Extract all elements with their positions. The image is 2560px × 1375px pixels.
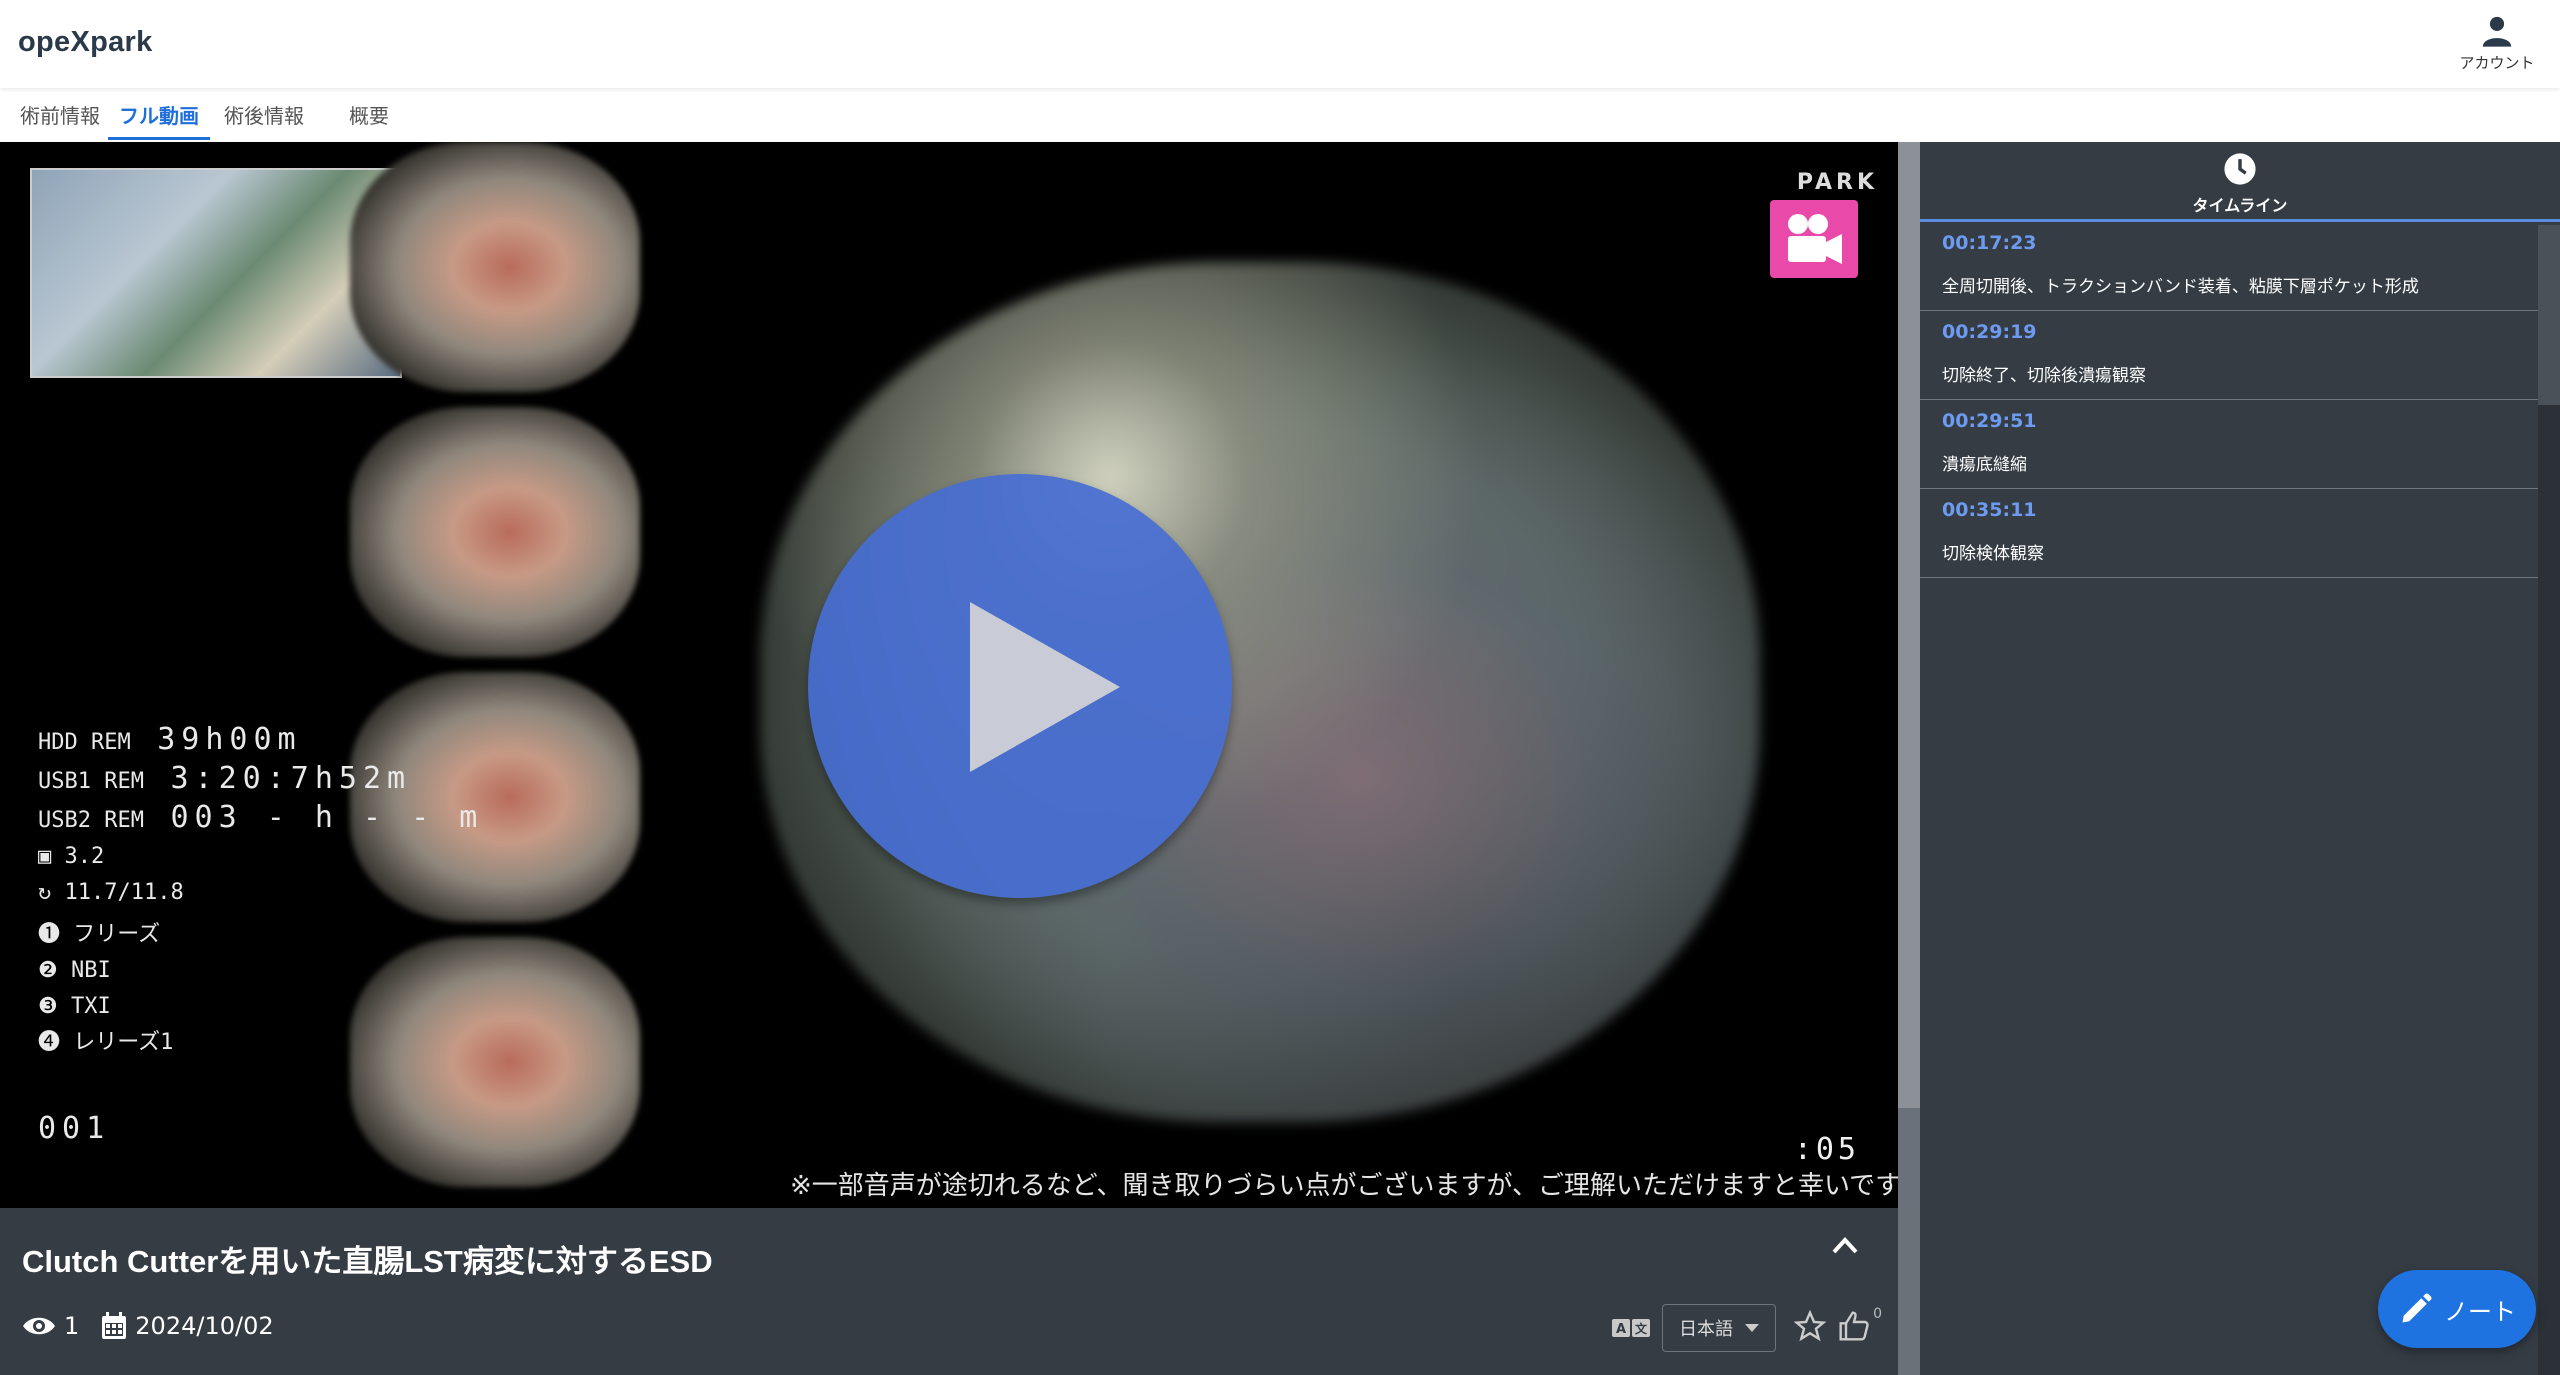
timeline-panel: タイムライン 00:17:23 全周切開後、トラクションバンド装着、粘膜下層ポケ… bbox=[1920, 142, 2560, 1375]
chevron-up-icon bbox=[1832, 1237, 1858, 1254]
page-scrollbar-thumb[interactable] bbox=[1898, 142, 1920, 1108]
video-player[interactable]: PARK HDD REM 39h00m USB1 REM 3:20:7h52m … bbox=[0, 142, 1898, 1208]
video-title: Clutch Cutterを用いた直腸LST病変に対するESD bbox=[22, 1244, 713, 1279]
timeline-item[interactable]: 00:35:11 切除検体観察 bbox=[1920, 489, 2538, 578]
timeline-scrollbar-thumb[interactable] bbox=[2538, 225, 2560, 405]
timeline-text: 切除検体観察 bbox=[1942, 544, 2044, 564]
svg-text:A: A bbox=[1616, 1322, 1626, 1337]
refresh-icon: ↻ bbox=[38, 880, 52, 905]
usb2-value: 003 - h - - m bbox=[170, 800, 484, 835]
timeline-text: 全周切開後、トラクションバンド装着、粘膜下層ポケット形成 bbox=[1942, 277, 2419, 297]
collapse-button[interactable] bbox=[1830, 1234, 1860, 1260]
hdd-label: HDD REM bbox=[38, 730, 131, 755]
play-button[interactable] bbox=[808, 474, 1232, 898]
timeline-time[interactable]: 00:29:19 bbox=[1942, 321, 2516, 343]
pencil-icon bbox=[2402, 1293, 2432, 1323]
timeline-time[interactable]: 00:35:11 bbox=[1942, 499, 2516, 521]
note-button-label: ノート bbox=[2444, 1297, 2516, 1326]
usb1-value: 3:20:7h52m bbox=[170, 761, 412, 796]
timeline-text: 切除終了、切除後潰瘍観察 bbox=[1942, 366, 2146, 386]
video-subtitle: ※一部音声が途切れるなど、聞き取りづらい点がございますが、ご理解いただけますと幸… bbox=[790, 1171, 1898, 1201]
eye-icon bbox=[23, 1317, 55, 1335]
video-watermark: PARK bbox=[1796, 170, 1878, 195]
timeline-tab[interactable]: タイムライン bbox=[1920, 142, 2560, 222]
thumbs-up-icon bbox=[1839, 1311, 1869, 1341]
frame-counter: 001 bbox=[38, 1111, 111, 1146]
app-logo[interactable]: opeXpark bbox=[18, 26, 153, 59]
tab-bar: 術前情報 フル動画 術後情報 概要 bbox=[0, 92, 2560, 140]
timeline-time[interactable]: 00:17:23 bbox=[1942, 232, 2516, 254]
account-button[interactable]: アカウント bbox=[2452, 14, 2542, 84]
video-stats: 1 2024/10/02 bbox=[22, 1312, 274, 1340]
video-camera-icon bbox=[1788, 214, 1842, 264]
timeline-scrollbar[interactable] bbox=[2538, 225, 2560, 1375]
star-icon bbox=[1793, 1309, 1827, 1342]
clock-icon bbox=[2224, 153, 2256, 185]
language-select[interactable]: 日本語 bbox=[1662, 1304, 1776, 1352]
publish-date: 2024/10/02 bbox=[135, 1312, 274, 1340]
tab-postop-info[interactable]: 術後情報 bbox=[214, 92, 314, 140]
mode-item: レリーズ1 bbox=[73, 1030, 174, 1055]
video-camera-badge bbox=[1770, 200, 1858, 278]
account-label: アカウント bbox=[2459, 54, 2535, 72]
timeline-header: タイムライン bbox=[2192, 196, 2288, 215]
hdd-value: 39h00m bbox=[157, 722, 302, 757]
recorder-hud: HDD REM 39h00m USB1 REM 3:20:7h52m USB2 … bbox=[38, 722, 484, 1146]
page-scrollbar[interactable] bbox=[1898, 142, 1920, 1375]
like-count: 0 bbox=[1873, 1306, 1882, 1322]
mode-item: TXI bbox=[70, 994, 111, 1019]
timeline-text: 潰瘍底縫縮 bbox=[1942, 455, 2027, 475]
like-button[interactable]: 0 bbox=[1838, 1306, 1882, 1346]
capture-thumbnail bbox=[350, 407, 640, 657]
svg-text:文: 文 bbox=[1635, 1321, 1648, 1336]
channel-value: 3.2 bbox=[64, 844, 105, 869]
view-count: 1 bbox=[64, 1312, 80, 1340]
room-camera-inset bbox=[30, 168, 402, 378]
timeline-time[interactable]: 00:29:51 bbox=[1942, 410, 2516, 432]
tab-preop-info[interactable]: 術前情報 bbox=[10, 92, 110, 140]
mode-item: フリーズ bbox=[73, 922, 161, 947]
video-info-panel: Clutch Cutterを用いた直腸LST病変に対するESD 1 2024/1… bbox=[0, 1208, 1898, 1375]
usb1-label: USB1 REM bbox=[38, 769, 144, 794]
channel-icon: ▣ bbox=[38, 844, 52, 869]
app-header: opeXpark アカウント bbox=[0, 0, 2560, 88]
language-value: 日本語 bbox=[1679, 1319, 1733, 1340]
video-time-overlay: :05 bbox=[1793, 1132, 1860, 1167]
timeline-item[interactable]: 00:17:23 全周切開後、トラクションバンド装着、粘膜下層ポケット形成 bbox=[1920, 222, 2538, 311]
play-icon bbox=[970, 602, 1120, 772]
tab-full-video[interactable]: フル動画 bbox=[108, 92, 210, 140]
note-button[interactable]: ノート bbox=[2378, 1270, 2536, 1348]
timeline-item[interactable]: 00:29:19 切除終了、切除後潰瘍観察 bbox=[1920, 311, 2538, 400]
caret-down-icon bbox=[1745, 1324, 1759, 1332]
tab-summary[interactable]: 概要 bbox=[334, 92, 404, 140]
video-controls: A 文 日本語 0 bbox=[1612, 1304, 1882, 1352]
timeline-item[interactable]: 00:29:51 潰瘍底縫縮 bbox=[1920, 400, 2538, 489]
usb2-label: USB2 REM bbox=[38, 808, 144, 833]
capture-thumbnail bbox=[350, 142, 640, 392]
ratio-value: 11.7/11.8 bbox=[64, 880, 184, 905]
translate-icon[interactable]: A 文 bbox=[1612, 1317, 1652, 1339]
favorite-button[interactable] bbox=[1793, 1309, 1827, 1346]
calendar-icon bbox=[102, 1312, 127, 1339]
mode-item: NBI bbox=[70, 958, 111, 983]
user-icon bbox=[2482, 16, 2512, 47]
